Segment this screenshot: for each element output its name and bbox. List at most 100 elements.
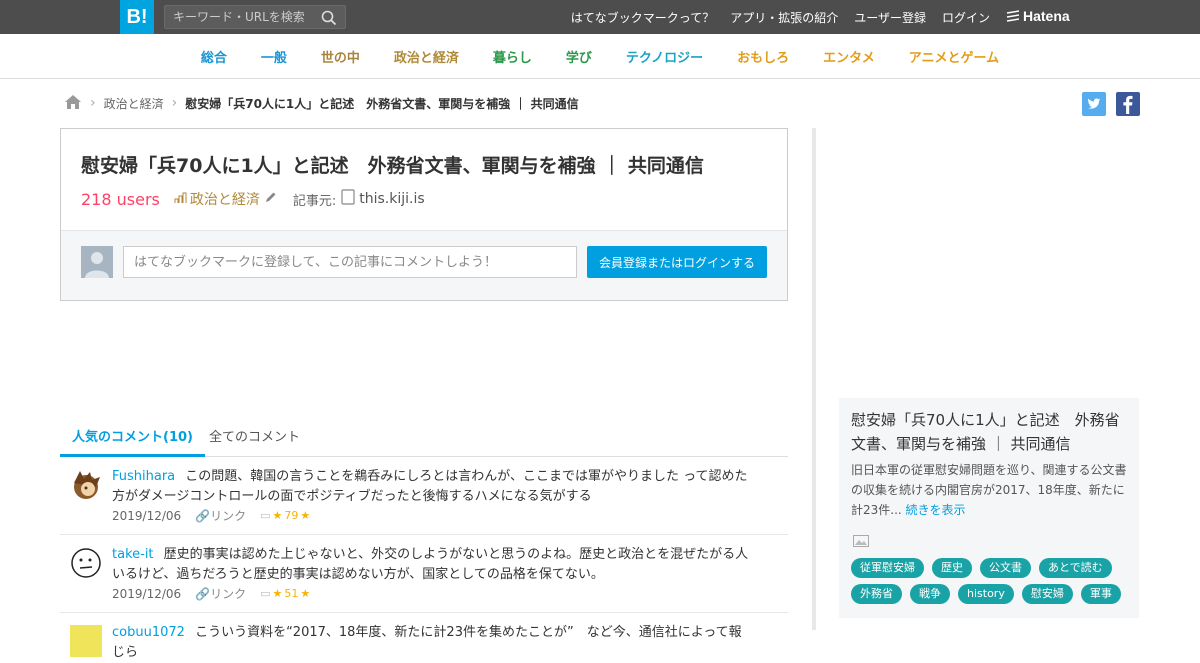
comment-body: Fushihara この問題、韓国の言うことを鵜呑みにしろとは言わんが、ここまで…	[112, 467, 752, 507]
comment-link[interactable]: 🔗リンク	[195, 507, 246, 524]
source-label: 記事元:	[292, 193, 337, 209]
user-avatar[interactable]	[70, 547, 102, 579]
facebook-share-icon[interactable]	[1116, 92, 1140, 116]
comment-date[interactable]: 2019/12/06	[112, 587, 181, 601]
breadcrumb: › 政治と経済 › 慰安婦「兵70人に1人」と記述 外務省文書、軍関与を補強 ｜…	[64, 93, 579, 113]
breadcrumb-current: 慰安婦「兵70人に1人」と記述 外務省文書、軍関与を補強 ｜ 共同通信	[185, 96, 579, 111]
link-icon: 🔗	[195, 587, 211, 601]
header-links: はてなブックマークって？ アプリ・拡張の紹介 ユーザー登録 ログイン	[571, 0, 990, 34]
tag-chip[interactable]: 歴史	[932, 558, 972, 578]
login-link[interactable]: ログイン	[942, 9, 990, 26]
star-icon: ★	[300, 509, 311, 522]
image-icon	[853, 532, 869, 551]
comment-item: take-it 歴史的事実は認めた上じゃないと、外交のしようがないと思うのよね。…	[60, 535, 788, 613]
add-star-icon[interactable]: ▭	[260, 587, 270, 600]
breadcrumb-category[interactable]: 政治と経済	[104, 95, 164, 112]
comment-item: cobuu1072 こういう資料を“2017、18年度、新たに計23件を集めたこ…	[60, 613, 788, 660]
category-6[interactable]: テクノロジー	[609, 47, 720, 66]
comment-form: 会員登録またはログインする	[61, 230, 787, 300]
tag-chip[interactable]: 慰安婦	[1021, 584, 1073, 604]
summary-body: 旧日本軍の従軍慰安婦問題を巡り、関連する公文書の収集を続ける内閣官房が2017、…	[851, 463, 1127, 517]
top-bar: B! はてなブックマークって？ アプリ・拡張の紹介 ユーザー登録 ログイン Ha…	[0, 0, 1200, 34]
comment-body: take-it 歴史的事実は認めた上じゃないと、外交のしようがないと思うのよね。…	[112, 545, 752, 585]
comment-tabs: 人気のコメント(10) 全てのコメント	[60, 420, 788, 457]
comment-link-label: リンク	[210, 509, 247, 523]
star-count: 51	[284, 587, 299, 600]
entry-title[interactable]: 慰安婦「兵70人に1人」と記述 外務省文書、軍関与を補強 ｜ 共同通信	[81, 151, 704, 178]
comment-text: この問題、韓国の言うことを鵜呑みにしろとは言わんが、ここまでは軍がやりました っ…	[112, 469, 748, 504]
user-avatar[interactable]	[70, 469, 102, 501]
search-icon[interactable]	[321, 10, 337, 30]
entry-box: 慰安婦「兵70人に1人」と記述 外務省文書、軍関与を補強 ｜ 共同通信 218 …	[60, 128, 788, 301]
star-group[interactable]: ▭ ★ 51 ★	[260, 587, 310, 600]
comment-body: cobuu1072 こういう資料を“2017、18年度、新たに計23件を集めたこ…	[112, 623, 752, 663]
category-7[interactable]: おもしろ	[720, 47, 806, 66]
pencil-icon[interactable]	[264, 191, 277, 208]
comment-link[interactable]: 🔗リンク	[195, 585, 246, 602]
entry-meta: 218 users 政治と経済 記事元: this.kiji.is	[81, 189, 425, 209]
tag-chip[interactable]: 軍事	[1080, 584, 1121, 604]
tag-chip[interactable]: history	[958, 584, 1014, 604]
home-icon[interactable]	[64, 94, 82, 113]
about-link[interactable]: はてなブックマークって？	[571, 9, 714, 26]
column-divider	[812, 128, 816, 630]
category-2[interactable]: 世の中	[304, 47, 377, 66]
comment-username[interactable]: Fushihara	[112, 469, 175, 484]
hatena-brand-label: Hatena	[1023, 8, 1070, 24]
tag-chip[interactable]: 戦争	[910, 584, 950, 604]
summary-title[interactable]: 慰安婦「兵70人に1人」と記述 外務省文書、軍関与を補強 ｜ 共同通信	[851, 408, 1131, 456]
signup-login-button[interactable]: 会員登録またはログインする	[587, 246, 767, 278]
twitter-share-icon[interactable]	[1082, 92, 1106, 116]
comment-footer: 2019/12/06 🔗リンク ▭ ★ 79 ★	[112, 507, 310, 524]
link-icon: 🔗	[195, 509, 211, 523]
summary-text: 旧日本軍の従軍慰安婦問題を巡り、関連する公文書の収集を続ける内閣官房が2017、…	[851, 460, 1131, 520]
tab-all-comments[interactable]: 全てのコメント	[197, 420, 312, 457]
default-avatar	[81, 246, 113, 278]
signup-link[interactable]: ユーザー登録	[854, 9, 926, 26]
entry-category[interactable]: 政治と経済	[190, 189, 260, 209]
comment-text: 歴史的事実は認めた上じゃないと、外交のしようがないと思うのよね。歴史と政治とを混…	[112, 547, 749, 582]
comment-date[interactable]: 2019/12/06	[112, 509, 181, 523]
source-domain[interactable]: this.kiji.is	[359, 191, 424, 207]
category-4[interactable]: 暮らし	[476, 47, 549, 66]
chevron-right-icon: ›	[171, 95, 178, 111]
tag-chip[interactable]: 公文書	[980, 558, 1031, 578]
show-more-link[interactable]: 続きを表示	[906, 503, 966, 517]
category-nav: 総合 一般 世の中 政治と経済 暮らし 学び テクノロジー おもしろ エンタメ アニメとゲーム	[0, 34, 1200, 79]
comment-input[interactable]	[123, 246, 577, 278]
tag-chip[interactable]: 従軍慰安婦	[851, 558, 924, 578]
comment-footer: 2019/12/06 🔗リンク ▭ ★ 51 ★	[112, 585, 310, 602]
comment-item: Fushihara この問題、韓国の言うことを鵜呑みにしろとは言わんが、ここまで…	[60, 457, 788, 535]
site-icon	[341, 189, 355, 209]
comment-link-label: リンク	[210, 587, 247, 601]
chevron-right-icon: ›	[90, 95, 96, 111]
search-input[interactable]	[173, 8, 313, 26]
category-8[interactable]: エンタメ	[806, 47, 892, 66]
tag-chip[interactable]: あとで読む	[1039, 558, 1112, 578]
category-5[interactable]: 学び	[549, 47, 609, 66]
category-icon	[174, 191, 187, 208]
star-count: 79	[284, 509, 299, 522]
category-9[interactable]: アニメとゲーム	[892, 47, 1016, 66]
category-3[interactable]: 政治と経済	[377, 47, 476, 66]
comment-text: こういう資料を“2017、18年度、新たに計23件を集めたことが” など今、通信…	[112, 625, 742, 660]
entry-summary-card: 慰安婦「兵70人に1人」と記述 外務省文書、軍関与を補強 ｜ 共同通信 旧日本軍…	[839, 398, 1139, 618]
comment-username[interactable]: take-it	[112, 547, 154, 562]
hatena-brand[interactable]: Hatena	[1006, 8, 1070, 24]
apps-link[interactable]: アプリ・拡張の紹介	[730, 9, 838, 26]
tag-chip[interactable]: 外務省	[851, 584, 902, 604]
hatena-stripes-icon	[1006, 10, 1020, 22]
star-icon: ★	[272, 587, 283, 600]
comment-username[interactable]: cobuu1072	[112, 625, 185, 640]
add-star-icon[interactable]: ▭	[260, 509, 270, 522]
star-icon: ★	[272, 509, 283, 522]
star-icon: ★	[300, 587, 311, 600]
tag-list: 従軍慰安婦 歴史 公文書 あとで読む外務省 戦争 history 慰安婦 軍事	[851, 558, 1136, 604]
category-0[interactable]: 総合	[184, 47, 244, 66]
tab-popular-comments[interactable]: 人気のコメント(10)	[60, 420, 205, 457]
hatena-bookmark-logo[interactable]: B!	[120, 0, 154, 34]
bookmark-users-count[interactable]: 218 users	[81, 190, 160, 209]
search-box[interactable]	[164, 5, 346, 29]
category-1[interactable]: 一般	[244, 47, 304, 66]
star-group[interactable]: ▭ ★ 79 ★	[260, 509, 310, 522]
